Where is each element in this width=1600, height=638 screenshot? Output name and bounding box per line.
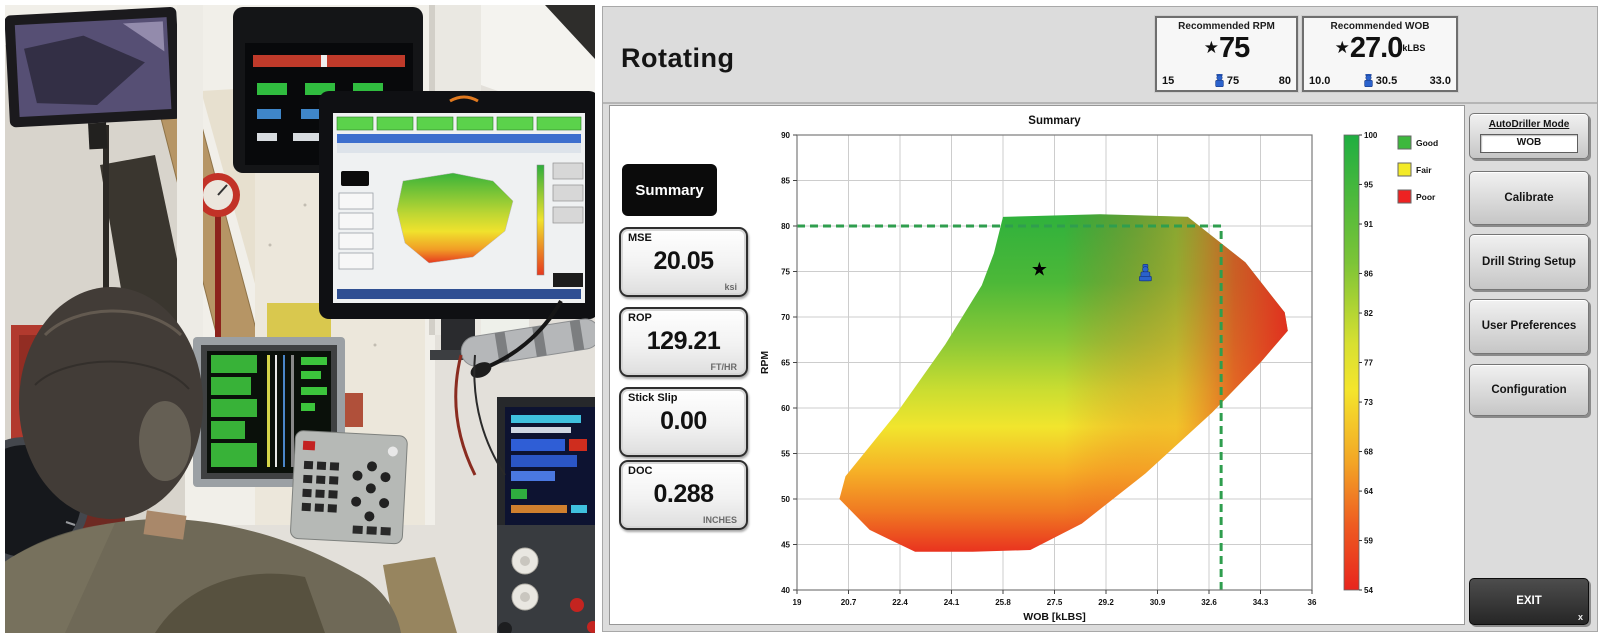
svg-text:29.2: 29.2 [1098, 598, 1114, 607]
wob-max: 33.0 [1429, 74, 1451, 87]
wob-unit: kLBS [1402, 43, 1426, 53]
svg-text:86: 86 [1364, 269, 1373, 278]
svg-text:64: 64 [1364, 487, 1373, 496]
svg-text:90: 90 [781, 131, 790, 140]
driller-icon [1363, 74, 1373, 87]
keypad-console [290, 430, 408, 545]
calibrate-button[interactable]: Calibrate [1469, 171, 1589, 225]
header-bar: Rotating Recommended RPM ★75 15 75 80 Re… [603, 7, 1597, 104]
svg-text:50: 50 [781, 495, 790, 504]
metric-mse[interactable]: MSE 20.05 ksi [619, 227, 748, 297]
drill-string-setup-button[interactable]: Drill String Setup [1469, 234, 1589, 290]
svg-text:22.4: 22.4 [892, 598, 908, 607]
svg-text:Fair: Fair [1416, 165, 1432, 175]
svg-text:55: 55 [781, 450, 790, 459]
svg-text:Good: Good [1416, 138, 1438, 148]
recommended-rpm-box: Recommended RPM ★75 15 75 80 [1155, 16, 1298, 92]
svg-text:60: 60 [781, 404, 790, 413]
wob-range-row: 10.0 30.5 33.0 [1309, 74, 1451, 87]
chart-panel: 19 20.7 22.4 24.1 25.8 27.5 29.2 30.9 32… [609, 105, 1465, 625]
svg-text:Poor: Poor [1416, 192, 1436, 202]
svg-text:19: 19 [793, 598, 802, 607]
star-icon: ★ [1203, 38, 1219, 57]
autodriller-mode-button[interactable]: AutoDriller Mode WOB [1469, 113, 1589, 159]
svg-text:75: 75 [781, 268, 790, 277]
svg-text:54: 54 [1364, 586, 1373, 595]
svg-text:91: 91 [1364, 220, 1373, 229]
recommended-wob-value: ★27.0kLBS [1334, 32, 1426, 64]
exit-button[interactable]: EXIT x [1469, 578, 1589, 625]
metric-doc[interactable]: DOC 0.288 INCHES [619, 460, 748, 530]
recommended-wob-title: Recommended WOB [1330, 21, 1430, 32]
svg-text:RPM: RPM [759, 351, 771, 375]
configuration-button[interactable]: Configuration [1469, 364, 1589, 416]
rpm-min: 15 [1162, 74, 1175, 87]
driller-icon [1214, 74, 1224, 87]
svg-text:45: 45 [781, 541, 790, 550]
cabin-photo [5, 5, 595, 633]
user-preferences-button[interactable]: User Preferences [1469, 299, 1589, 354]
svg-text:73: 73 [1364, 398, 1373, 407]
svg-text:25.8: 25.8 [995, 598, 1011, 607]
svg-text:77: 77 [1364, 359, 1373, 368]
wob-min: 10.0 [1309, 74, 1331, 87]
svg-text:24.1: 24.1 [944, 598, 960, 607]
svg-text:82: 82 [1364, 309, 1373, 318]
svg-text:Summary: Summary [1028, 115, 1081, 127]
star-icon: ★ [1334, 38, 1350, 57]
svg-text:20.7: 20.7 [841, 598, 857, 607]
svg-text:80: 80 [781, 222, 790, 231]
recommended-wob-box: Recommended WOB ★27.0kLBS 10.0 30.5 33.0 [1302, 16, 1458, 92]
autodriller-mode-label: AutoDriller Mode [1488, 119, 1570, 131]
svg-text:★: ★ [1031, 260, 1048, 281]
app-window: Rotating Recommended RPM ★75 15 75 80 Re… [602, 6, 1598, 632]
svg-text:WOB [kLBS]: WOB [kLBS] [1023, 611, 1085, 623]
screenshot: Rotating Recommended RPM ★75 15 75 80 Re… [0, 0, 1600, 638]
recommended-rpm-title: Recommended RPM [1178, 21, 1275, 32]
svg-text:65: 65 [781, 359, 790, 368]
svg-text:40: 40 [781, 586, 790, 595]
svg-text:30.9: 30.9 [1150, 598, 1166, 607]
svg-text:95: 95 [1364, 180, 1373, 189]
metric-stick-slip[interactable]: Stick Slip 0.00 [619, 387, 748, 457]
rpm-current: 75 [1214, 74, 1239, 87]
rpm-max: 80 [1278, 74, 1291, 87]
svg-text:59: 59 [1364, 537, 1373, 546]
metric-rop[interactable]: ROP 129.21 FT/HR [619, 307, 748, 377]
svg-text:34.3: 34.3 [1253, 598, 1269, 607]
autodriller-mode-value: WOB [1480, 133, 1578, 153]
svg-text:27.5: 27.5 [1047, 598, 1063, 607]
exit-close-x: x [1577, 611, 1583, 622]
wob-current: 30.5 [1363, 74, 1397, 87]
summary-button[interactable]: Summary [622, 164, 717, 216]
svg-text:85: 85 [781, 177, 790, 186]
page-title: Rotating [621, 43, 735, 73]
svg-text:36: 36 [1308, 598, 1317, 607]
svg-text:70: 70 [781, 313, 790, 322]
rpm-range-row: 15 75 80 [1162, 74, 1291, 87]
svg-text:68: 68 [1364, 448, 1373, 457]
svg-text:32.6: 32.6 [1201, 598, 1217, 607]
svg-text:100: 100 [1364, 131, 1378, 140]
recommended-rpm-value: ★75 [1203, 32, 1251, 64]
